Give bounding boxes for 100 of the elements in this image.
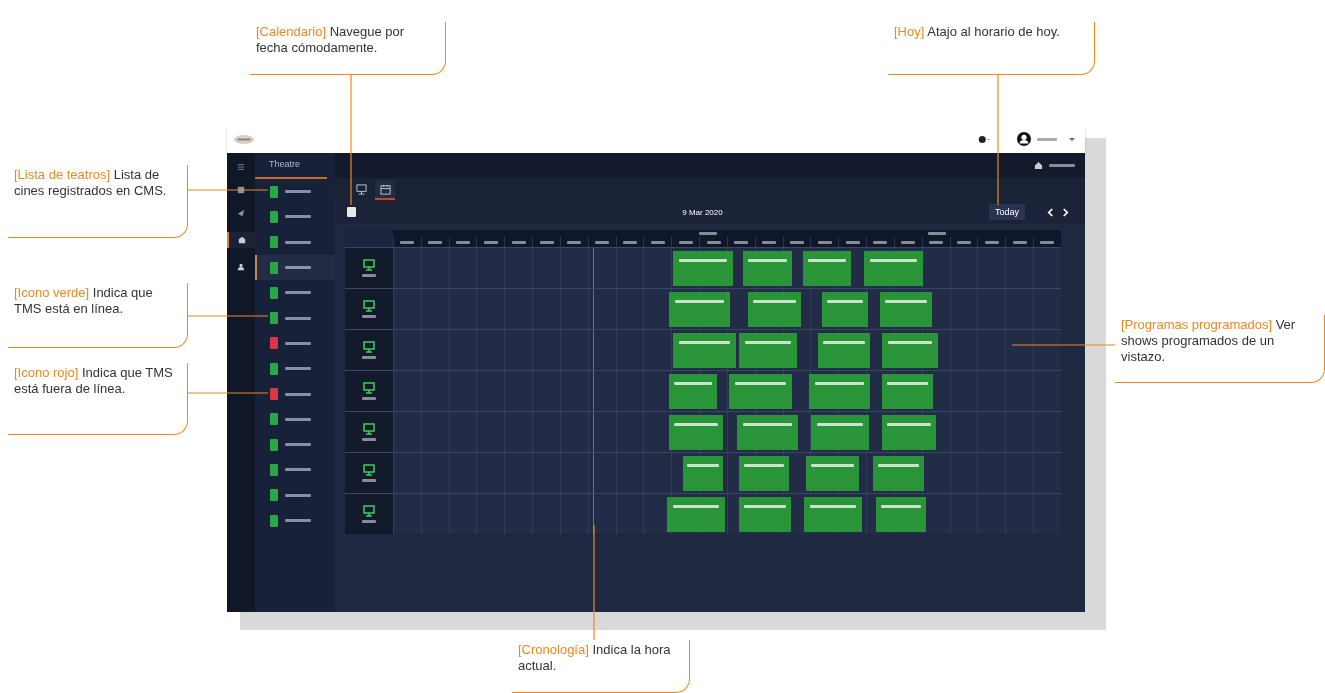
show-block[interactable] xyxy=(739,333,797,368)
chevron-right-icon[interactable] xyxy=(1062,207,1069,217)
show-block[interactable] xyxy=(818,333,870,368)
show-block[interactable] xyxy=(729,374,792,409)
callout-text: [Icono verde] Indica que TMS está en línea. xyxy=(14,285,154,317)
illegible-label xyxy=(1012,240,1027,244)
screen-cell[interactable] xyxy=(345,330,393,370)
show-block[interactable] xyxy=(822,292,868,327)
show-block[interactable] xyxy=(873,456,924,491)
screen-cell[interactable] xyxy=(345,453,393,493)
show-block[interactable] xyxy=(673,251,733,286)
show-block[interactable] xyxy=(880,292,932,327)
show-block[interactable] xyxy=(882,374,933,409)
show-block[interactable] xyxy=(737,415,798,450)
show-block[interactable] xyxy=(748,292,801,327)
show-block[interactable] xyxy=(669,415,723,450)
illegible-label xyxy=(362,397,376,400)
avatar-icon[interactable] xyxy=(1017,132,1031,146)
date-label: 9 Mar 2020 xyxy=(681,207,724,217)
chevron-left-icon[interactable] xyxy=(1047,207,1054,217)
illegible-label xyxy=(362,274,376,277)
illegible-label xyxy=(687,464,719,467)
illegible-label xyxy=(285,316,311,320)
illegible-label xyxy=(790,240,804,244)
illegible-label xyxy=(511,240,526,244)
view-tab[interactable] xyxy=(375,180,395,200)
illegible-label xyxy=(285,215,311,219)
monitor-icon xyxy=(355,183,367,195)
illegible-label xyxy=(672,505,720,508)
illegible-label xyxy=(675,300,724,303)
show-block[interactable] xyxy=(683,456,723,491)
show-block[interactable] xyxy=(669,374,717,409)
show-block[interactable] xyxy=(739,456,789,491)
illegible-label xyxy=(887,423,931,426)
show-block[interactable] xyxy=(743,251,792,286)
callout-text: [Calendario] Navegue por fecha cómodamente. xyxy=(256,24,406,56)
illegible-label xyxy=(826,300,864,303)
screen-cell[interactable] xyxy=(345,248,393,288)
illegible-label xyxy=(869,259,918,262)
illegible-label xyxy=(753,300,796,303)
illegible-label xyxy=(845,240,860,244)
show-block[interactable] xyxy=(667,497,725,532)
illegible-label xyxy=(285,417,311,421)
show-block[interactable] xyxy=(882,333,938,368)
show-block[interactable] xyxy=(804,497,862,532)
send-icon[interactable] xyxy=(237,209,245,217)
illegible-label xyxy=(878,464,919,467)
show-block[interactable] xyxy=(882,415,936,450)
show-block[interactable] xyxy=(811,415,869,450)
theatre-item[interactable] xyxy=(255,254,335,281)
illegible-label xyxy=(456,240,471,244)
illegible-label xyxy=(285,367,311,371)
illegible-label xyxy=(734,240,749,244)
illegible-label xyxy=(285,468,311,472)
illegible-label xyxy=(744,505,786,508)
illegible-label xyxy=(362,356,376,359)
show-block[interactable] xyxy=(803,251,851,286)
caret-icon[interactable] xyxy=(1069,137,1075,141)
screen-cell[interactable] xyxy=(345,494,393,534)
illegible-label xyxy=(901,240,916,244)
illegible-label xyxy=(929,240,944,244)
calendar-icon xyxy=(379,183,391,195)
illegible-label xyxy=(362,315,376,318)
callout-text: [Cronología] Indica la hora actual. xyxy=(518,642,672,674)
illegible-label xyxy=(285,341,311,345)
illegible-label xyxy=(362,479,376,482)
show-block[interactable] xyxy=(809,374,870,409)
menu-icon[interactable] xyxy=(237,163,245,171)
show-block[interactable] xyxy=(876,497,926,532)
illegible-label xyxy=(815,382,864,385)
show-block[interactable] xyxy=(806,456,859,491)
home-icon[interactable] xyxy=(1034,161,1043,170)
screen-cell[interactable] xyxy=(345,289,393,329)
illegible-label xyxy=(673,382,713,385)
illegible-label xyxy=(811,464,854,467)
building-icon xyxy=(238,236,246,244)
show-block[interactable] xyxy=(739,497,791,532)
show-block[interactable] xyxy=(673,333,736,368)
screen-cell[interactable] xyxy=(345,412,393,452)
panel-title[interactable]: Theatre xyxy=(255,153,327,179)
show-block[interactable] xyxy=(669,292,730,327)
screen-cell[interactable] xyxy=(345,371,393,411)
illegible-label xyxy=(698,232,717,235)
illegible-label xyxy=(400,240,415,244)
callout-text: [Lista de teatros] Lista de cines registrados en CMS. xyxy=(14,167,168,199)
today-button[interactable]: Today xyxy=(988,204,1025,220)
illegible-label xyxy=(744,341,792,344)
show-block[interactable] xyxy=(864,251,923,286)
grid-icon[interactable] xyxy=(237,186,245,194)
illegible-label xyxy=(674,423,718,426)
illegible-label xyxy=(567,240,582,244)
illegible-label xyxy=(881,505,921,508)
illegible-label xyxy=(595,240,610,244)
illegible-label xyxy=(1037,137,1057,141)
illegible-label xyxy=(679,341,730,344)
person-icon[interactable] xyxy=(237,263,245,271)
illegible-label xyxy=(873,240,888,244)
rail-item[interactable] xyxy=(227,232,255,248)
illegible-label xyxy=(1040,240,1055,244)
illegible-label xyxy=(650,240,665,244)
